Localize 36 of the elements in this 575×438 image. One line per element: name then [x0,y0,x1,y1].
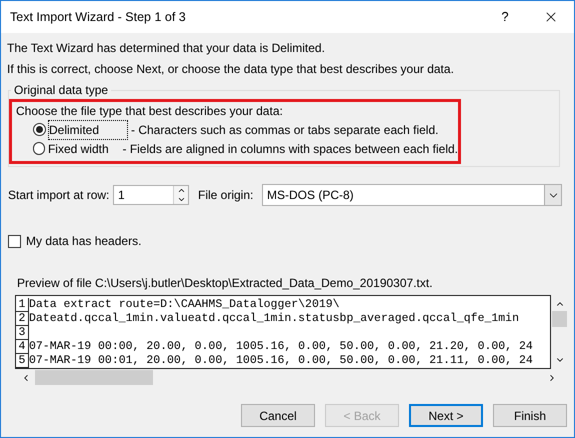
checkbox[interactable] [8,234,21,248]
preview-label: Preview of file C:\Users\j.butler\Desktop\Extracted_Data_Demo_20190307.txt. [17,275,434,290]
radio-label[interactable]: Fixed width [48,140,118,158]
spin-down-icon [176,195,186,204]
line-number: 2 [16,312,29,326]
intro-text: If this is correct, choose Next, or choose the data type that best describes your data. [7,61,455,78]
dialog-button[interactable]: Finish [493,404,567,427]
line-number: 3 [16,326,29,340]
preview-line: 07-MAR-19 00:00, 20.00, 0.00, 1005.16, 0.00, 50.00, 0.00, 21.20, 0.00, 24 [29,340,533,354]
checkbox-label[interactable]: My data has headers. [26,232,142,250]
option-description: - Fields are aligned in columns with spaces between each field. [122,140,458,158]
file-origin-value: MS-DOS (PC-8) [267,187,355,204]
start-row-label: Start import at row: [8,187,110,204]
radio-label[interactable]: Delimited [49,120,127,138]
help-button[interactable]: ? [482,1,528,33]
window-title: Text Import Wizard - Step 1 of 3 [10,8,187,26]
file-origin-label: File origin: [198,187,254,204]
line-number: 1 [16,298,29,312]
spin-buttons[interactable] [173,186,188,204]
start-row-value: 1 [117,187,126,204]
start-row-spinner[interactable]: 1 [113,185,189,205]
spin-up-icon [176,186,186,195]
line-number: 4 [16,340,29,354]
preview-line: Data extract route=D:\CAAHMS_Datalogger\2019\ [29,298,340,312]
file-origin-dropdown[interactable]: MS-DOS (PC-8) [262,184,562,206]
preview-line: Dateatd.qccal_1min.valueatd.qccal_1min.statusbp_averaged.qccal_qfe_1min [29,312,519,326]
group-legend: Original data type [11,81,112,99]
line-number: 5 [16,354,29,368]
radio-button[interactable] [33,142,45,155]
intro-text: The Text Wizard has determined that your data is Delimited. [7,40,326,57]
preview-line: 07-MAR-19 00:01, 20.00, 0.00, 1005.16, 0.00, 50.00, 0.00, 21.11, 0.00, 24 [29,354,533,368]
option-description: - Characters such as commas or tabs separate each field. [131,122,438,138]
dialog-button[interactable]: Next > [409,404,483,427]
file-type-prompt: Choose the file type that best describes your data: [16,103,284,120]
radio-button[interactable] [33,123,46,136]
dialog-button[interactable]: Cancel [241,404,315,427]
